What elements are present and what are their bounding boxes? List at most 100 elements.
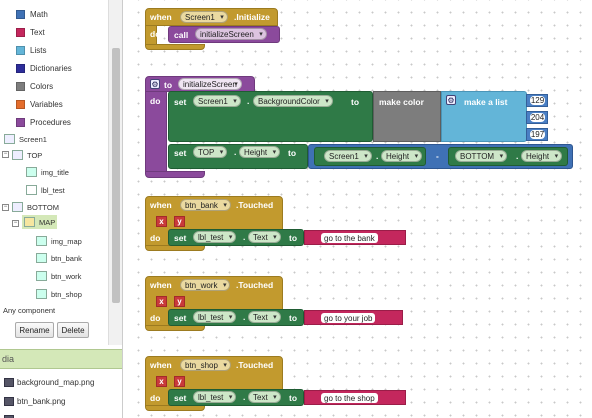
lists-swatch-icon [16, 45, 25, 55]
property-dropdown[interactable]: Height [521, 150, 563, 162]
sprite-icon [36, 289, 47, 299]
set-label: set [174, 313, 187, 323]
component-dropdown[interactable]: lbl_test [193, 391, 237, 403]
property-dropdown[interactable]: Text [248, 311, 281, 323]
component-btn-shop[interactable]: btn_shop [36, 287, 82, 301]
param-y[interactable]: y [174, 216, 185, 227]
param-y[interactable]: y [174, 296, 185, 307]
set-top-height-block[interactable] [168, 144, 308, 169]
blocks-tree: Math Text Lists Dictionaries Colors Vari… [0, 0, 108, 345]
media-item[interactable]: btn_bank.png [4, 395, 66, 407]
number-block[interactable]: 204 [526, 111, 548, 124]
number-block[interactable]: 197 [526, 128, 548, 141]
param-y[interactable]: y [174, 376, 185, 387]
component-dropdown[interactable]: btn_shop [180, 359, 231, 371]
param-x[interactable]: x [156, 376, 167, 387]
component-dropdown[interactable]: Screen1 [193, 95, 241, 107]
event-name-label: .Touched [236, 360, 274, 370]
image-file-icon [4, 377, 14, 387]
component-dropdown[interactable]: BOTTOM [455, 150, 508, 162]
math-swatch-icon [16, 9, 25, 19]
any-component[interactable]: Any component [3, 303, 55, 317]
text-value[interactable]: go to the shop [321, 393, 378, 403]
component-top[interactable]: TOP [12, 148, 42, 162]
param-x[interactable]: x [156, 296, 167, 307]
dot-label: . [243, 392, 246, 402]
collapse-bottom-toggle[interactable]: − [2, 204, 9, 211]
builtin-dictionaries[interactable]: Dictionaries [16, 62, 72, 74]
gear-icon[interactable]: ⚙ [150, 79, 160, 89]
text-value[interactable]: go to your job [321, 313, 376, 323]
param-x[interactable]: x [156, 216, 167, 227]
builtin-procedures[interactable]: Procedures [16, 116, 71, 128]
component-dropdown[interactable]: btn_bank [180, 199, 231, 211]
media-item-partial[interactable] [4, 413, 17, 418]
component-dropdown[interactable]: Screen1 [324, 150, 372, 162]
sprite-icon [36, 236, 47, 246]
component-dropdown[interactable]: lbl_test [193, 311, 237, 323]
collapse-map-toggle[interactable]: − [12, 220, 19, 227]
property-dropdown[interactable]: Height [381, 150, 423, 162]
rename-button[interactable]: Rename [15, 322, 54, 338]
dot-label: . [516, 151, 519, 161]
component-btn-bank[interactable]: btn_bank [36, 251, 82, 265]
property-dropdown[interactable]: Text [248, 231, 281, 243]
palette-scrollbar[interactable] [108, 0, 122, 345]
dot-label: . [376, 151, 379, 161]
component-img-map[interactable]: img_map [36, 234, 82, 248]
component-dropdown[interactable]: lbl_test [193, 231, 237, 243]
component-img-title[interactable]: img_title [26, 165, 69, 179]
number-value[interactable]: 197 [530, 130, 545, 139]
to-label: to [289, 313, 298, 323]
text-string-block[interactable]: go to the bank [304, 230, 406, 245]
set-lbl-test-text-block[interactable] [168, 229, 304, 246]
component-dropdown[interactable]: TOP [193, 146, 228, 158]
component-map[interactable]: MAP [22, 215, 58, 229]
number-value[interactable]: 129 [530, 96, 545, 105]
colors-swatch-icon [16, 81, 25, 91]
property-dropdown[interactable]: Height [239, 146, 281, 158]
collapse-top-toggle[interactable]: − [2, 151, 9, 158]
blocks-panel: Math Text Lists Dictionaries Colors Vari… [0, 0, 123, 418]
text-string-block[interactable]: go to the shop [304, 390, 406, 405]
set-lbl-test-text-block[interactable] [168, 309, 304, 326]
to-label: to [164, 80, 173, 90]
delete-button[interactable]: Delete [57, 322, 89, 338]
number-block[interactable]: 129 [526, 94, 548, 107]
media-item[interactable]: background_map.png [4, 376, 94, 388]
to-label: to [351, 97, 360, 107]
builtin-lists[interactable]: Lists [16, 44, 46, 56]
scrollbar-thumb[interactable] [112, 48, 120, 303]
builtin-variables[interactable]: Variables [16, 98, 63, 110]
arrangement-icon [12, 150, 23, 160]
builtin-text[interactable]: Text [16, 26, 45, 38]
set-label: set [174, 97, 187, 107]
procedures-swatch-icon [16, 117, 25, 127]
property-dropdown[interactable]: BackgroundColor [253, 95, 333, 107]
procedure-dropdown[interactable]: initializeScreen [195, 28, 267, 40]
component-screen1[interactable]: Screen1 [4, 132, 47, 146]
blocks-workspace[interactable]: when Screen1 .Initialize do call initial… [128, 0, 592, 418]
component-dropdown[interactable]: Screen1 [180, 11, 228, 23]
procedure-block-foot [145, 171, 205, 178]
event-name-label: .Touched [236, 200, 274, 210]
text-swatch-icon [16, 27, 25, 37]
gear-icon[interactable]: ⚙ [446, 95, 456, 105]
component-bottom[interactable]: BOTTOM [12, 200, 59, 214]
procedure-name-field[interactable]: initializeScreen [178, 78, 242, 90]
builtin-colors[interactable]: Colors [16, 80, 53, 92]
variables-swatch-icon [16, 99, 25, 109]
component-btn-work[interactable]: btn_work [36, 269, 81, 283]
component-lbl-test[interactable]: lbl_test [26, 183, 65, 197]
do-label: do [150, 313, 161, 323]
builtin-math[interactable]: Math [16, 8, 48, 20]
minus-operator[interactable]: - [436, 151, 439, 161]
sprite-icon [36, 271, 47, 281]
set-lbl-test-text-block[interactable] [168, 389, 304, 406]
component-dropdown[interactable]: btn_work [180, 279, 231, 291]
text-string-block[interactable]: go to your job [304, 310, 403, 325]
arrangement-icon [12, 202, 23, 212]
number-value[interactable]: 204 [530, 113, 545, 122]
text-value[interactable]: go to the bank [321, 233, 378, 243]
property-dropdown[interactable]: Text [248, 391, 281, 403]
